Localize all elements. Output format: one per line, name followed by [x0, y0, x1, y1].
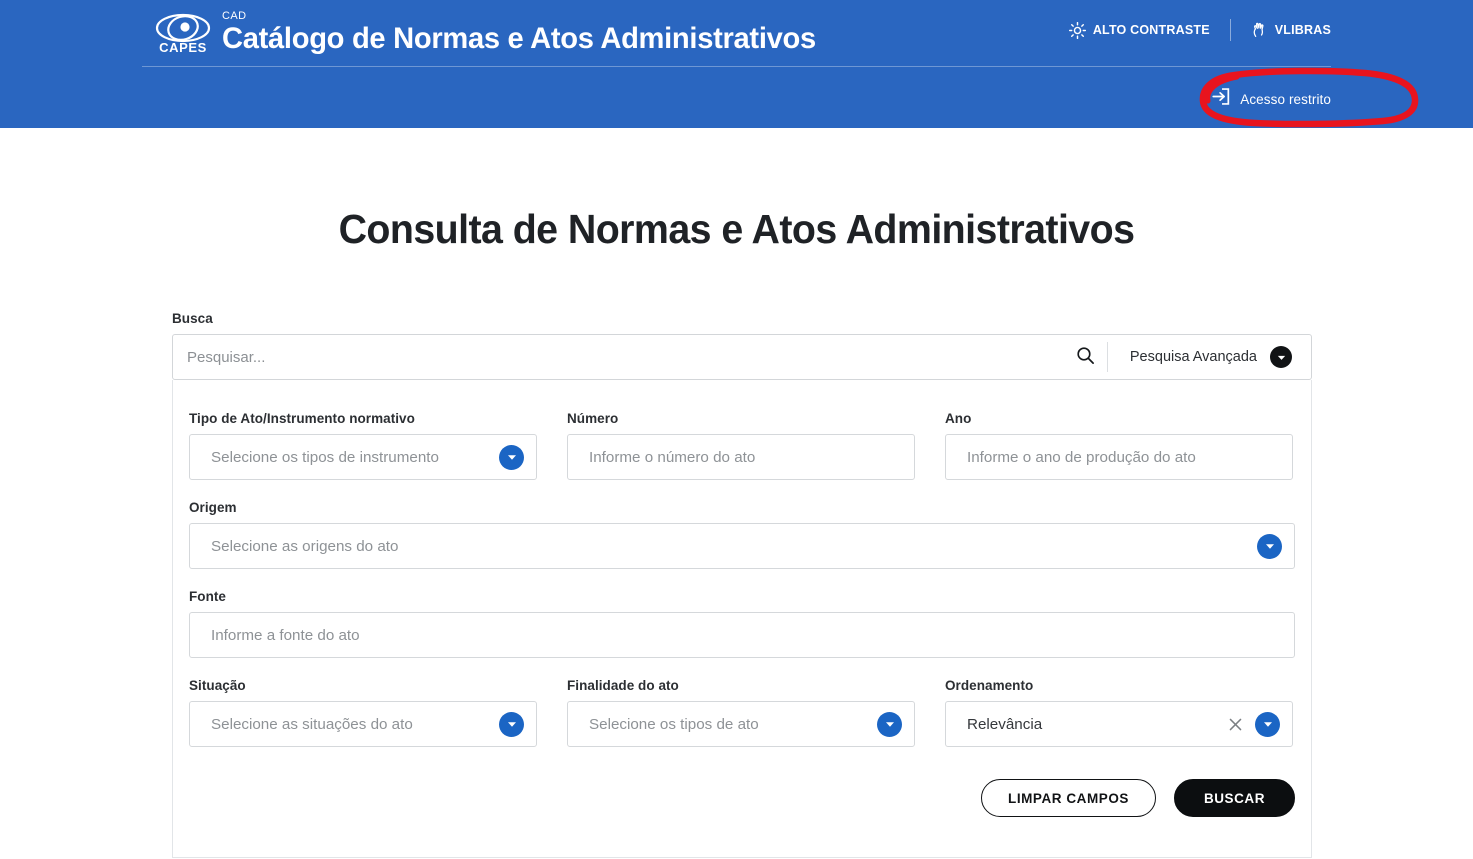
situacao-label: Situação: [189, 677, 537, 695]
pesquisa-avancada-toggle[interactable]: Pesquisa Avançada: [1108, 335, 1311, 379]
field-numero: Número: [567, 410, 915, 480]
chevron-down-icon: [1270, 346, 1292, 368]
origem-label: Origem: [189, 499, 1295, 517]
tipo-ato-label: Tipo de Ato/Instrumento normativo: [189, 410, 537, 428]
finalidade-select[interactable]: Selecione os tipos de ato: [567, 701, 915, 747]
field-origem: Origem Selecione as origens do ato: [189, 499, 1295, 569]
search-bar: Pesquisa Avançada: [172, 334, 1312, 380]
origem-placeholder: Selecione as origens do ato: [211, 538, 1257, 555]
capes-logo-icon: CAPES: [152, 8, 214, 56]
field-fonte: Fonte: [189, 588, 1295, 658]
brand-text-block: CAD Catálogo de Normas e Atos Administra…: [222, 10, 834, 56]
situacao-placeholder: Selecione as situações do ato: [211, 716, 499, 733]
brand-block[interactable]: CAPES CAD Catálogo de Normas e Atos Admi…: [152, 8, 834, 56]
finalidade-placeholder: Selecione os tipos de ato: [589, 716, 877, 733]
chevron-down-icon[interactable]: [1255, 712, 1280, 737]
search-icon: [1076, 346, 1095, 368]
ano-label: Ano: [945, 410, 1293, 428]
tipo-ato-select[interactable]: Selecione os tipos de instrumento: [189, 434, 537, 480]
clear-icon[interactable]: [1225, 714, 1245, 734]
accessibility-tools: ALTO CONTRASTE VLIBRAS: [1069, 19, 1331, 41]
numero-label: Número: [567, 410, 915, 428]
vlibras-hand-icon: [1251, 21, 1268, 39]
field-ordenamento: Ordenamento Relevância: [945, 677, 1293, 747]
advanced-search-panel: Tipo de Ato/Instrumento normativo Seleci…: [172, 380, 1312, 858]
buscar-button[interactable]: BUSCAR: [1174, 779, 1295, 817]
field-ano: Ano: [945, 410, 1293, 480]
origem-select[interactable]: Selecione as origens do ato: [189, 523, 1295, 569]
ordenamento-select[interactable]: Relevância: [945, 701, 1293, 747]
brand-subtitle: CAD: [222, 10, 834, 22]
ano-input[interactable]: [967, 449, 1280, 466]
ordenamento-label: Ordenamento: [945, 677, 1293, 695]
pesquisa-avancada-label: Pesquisa Avançada: [1130, 349, 1257, 365]
numero-field[interactable]: [567, 434, 915, 480]
busca-label: Busca: [172, 310, 1312, 328]
fonte-label: Fonte: [189, 588, 1295, 606]
chevron-down-icon[interactable]: [877, 712, 902, 737]
page-root: CAPES CAD Catálogo de Normas e Atos Admi…: [0, 0, 1473, 859]
advanced-row-1: Tipo de Ato/Instrumento normativo Seleci…: [189, 410, 1295, 480]
chevron-down-icon[interactable]: [499, 712, 524, 737]
chevron-down-icon[interactable]: [499, 445, 524, 470]
header-top-bar: CAPES CAD Catálogo de Normas e Atos Admi…: [0, 0, 1473, 62]
alto-contraste-label: ALTO CONTRASTE: [1093, 23, 1210, 37]
fonte-field[interactable]: [189, 612, 1295, 658]
acesso-restrito-label: Acesso restrito: [1240, 92, 1331, 107]
search-submit-button[interactable]: [1065, 335, 1107, 379]
search-form: Busca Pesquisa Avançada: [172, 310, 1312, 858]
svg-text:CAPES: CAPES: [159, 40, 207, 55]
vlibras-button[interactable]: VLIBRAS: [1251, 21, 1331, 39]
header-tools-divider: [1230, 19, 1231, 41]
advanced-row-4: Situação Selecione as situações do ato F…: [189, 677, 1295, 747]
field-situacao: Situação Selecione as situações do ato: [189, 677, 537, 747]
limpar-campos-button[interactable]: LIMPAR CAMPOS: [981, 779, 1156, 817]
field-tipo-ato: Tipo de Ato/Instrumento normativo Seleci…: [189, 410, 537, 480]
ano-field[interactable]: [945, 434, 1293, 480]
fonte-input[interactable]: [211, 627, 1282, 644]
field-finalidade: Finalidade do ato Selecione os tipos de …: [567, 677, 915, 747]
advanced-row-2: Origem Selecione as origens do ato: [189, 499, 1295, 569]
numero-input[interactable]: [589, 449, 902, 466]
form-actions: LIMPAR CAMPOS BUSCAR: [189, 779, 1295, 817]
page-title: Consulta de Normas e Atos Administrativo…: [29, 206, 1443, 253]
acesso-restrito-link[interactable]: Acesso restrito: [1210, 86, 1331, 112]
advanced-row-3: Fonte: [189, 588, 1295, 658]
search-input[interactable]: [173, 349, 1065, 366]
header-divider: [142, 66, 1331, 67]
contrast-sun-icon: [1069, 22, 1086, 39]
login-arrow-icon: [1210, 86, 1231, 112]
brand-title: Catálogo de Normas e Atos Administrativo…: [222, 22, 816, 56]
alto-contraste-button[interactable]: ALTO CONTRASTE: [1069, 22, 1210, 39]
chevron-down-icon[interactable]: [1257, 534, 1282, 559]
vlibras-label: VLIBRAS: [1275, 23, 1331, 37]
situacao-select[interactable]: Selecione as situações do ato: [189, 701, 537, 747]
finalidade-label: Finalidade do ato: [567, 677, 915, 695]
site-header: CAPES CAD Catálogo de Normas e Atos Admi…: [0, 0, 1473, 128]
tipo-ato-placeholder: Selecione os tipos de instrumento: [211, 449, 499, 466]
ordenamento-value: Relevância: [967, 716, 1225, 733]
